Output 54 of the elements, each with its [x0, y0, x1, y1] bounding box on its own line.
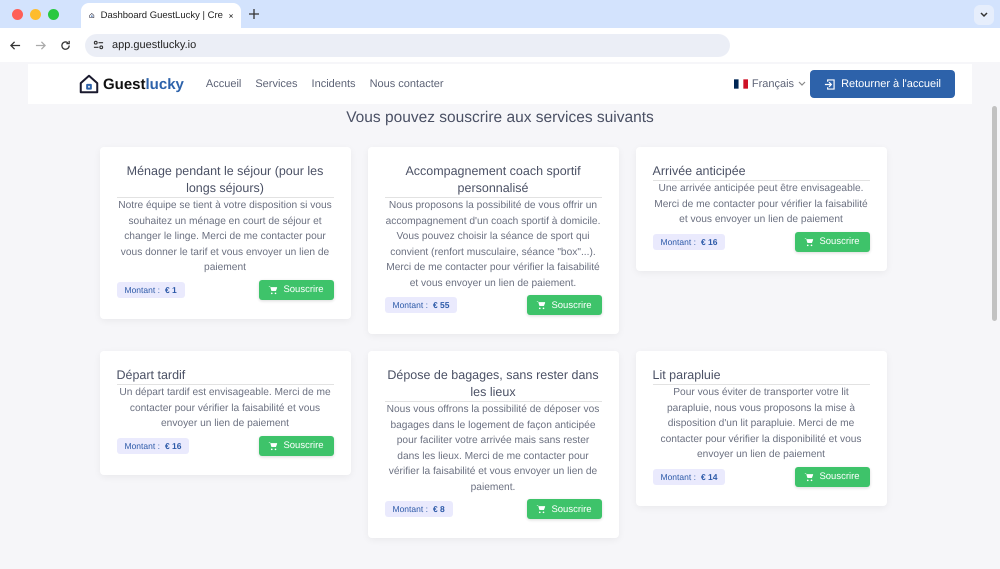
- new-tab-icon[interactable]: [249, 9, 259, 19]
- amount-label: Montant :: [660, 472, 696, 482]
- amount-value: € 55: [432, 300, 450, 310]
- cart-icon: [804, 236, 814, 246]
- service-description: Une arrivée anticipée peut être envisageable. Merci de me contacter pour vérifier la faisabilité et vous envoyer un lien de paiement: [653, 182, 869, 227]
- service-description: Nous vous offrons la possibilité de déposer vos bagages dans le logement de façon anticipée pour faciliter votre arrivée mais sans rester dans les lieux. Merci de me contacter pour vérifier la faisabilité et vous envoyer un lien de paiement.: [386, 403, 600, 494]
- back-icon[interactable]: [10, 40, 21, 50]
- chevron-down-icon: [980, 12, 988, 18]
- amount-value: € 16: [164, 440, 182, 450]
- nav-link[interactable]: Incidents: [312, 78, 356, 90]
- amount-value: € 14: [700, 472, 718, 482]
- service-title: Ménage pendant le séjour (pour les longs séjours): [116, 163, 334, 198]
- cart-icon: [536, 504, 546, 514]
- amount-value: € 16: [700, 236, 718, 246]
- chevron-down-icon: [798, 81, 806, 87]
- reload-icon[interactable]: [60, 40, 71, 50]
- cart-icon: [268, 440, 278, 450]
- login-icon: [824, 78, 836, 90]
- service-title: Lit parapluie: [652, 367, 870, 385]
- close-icon[interactable]: [228, 12, 233, 20]
- service-title: Arrivée anticipée: [652, 163, 870, 181]
- tab-list-button[interactable]: [974, 5, 994, 25]
- page-heading: Vous pouvez souscrire aux services suivants: [345, 109, 655, 127]
- amount-value: € 1: [164, 284, 177, 294]
- service-title: Accompagnement coach sportif personnalisé: [384, 163, 602, 198]
- cart-icon: [268, 284, 278, 294]
- cart-icon: [536, 300, 546, 310]
- nav-link[interactable]: Nous contacter: [370, 78, 444, 90]
- service-description: Un départ tardif est envisageable. Merci de me contacter pour vérifier la faisabilité et vous envoyer un lien de paiement: [118, 386, 332, 431]
- language-select[interactable]: Français: [734, 78, 806, 90]
- service-title: Départ tardif: [116, 367, 334, 385]
- amount-label: Montant :: [660, 236, 696, 246]
- flag-icon: [734, 79, 748, 89]
- amount-value: € 8: [432, 504, 445, 514]
- service-title: Dépose de bagages, sans rester dans les lieux: [384, 367, 602, 402]
- nav-link[interactable]: Accueil: [206, 78, 242, 90]
- favicon-icon: [89, 10, 95, 21]
- browser-tab[interactable]: Dashboard GuestLucky | Cre: [81, 3, 241, 28]
- service-description: Notre équipe se tient à votre disposition si vous souhaitez un ménage en court de séjour et changer le linge. Merci de me contacter pour vous donner le tarif et vous envoyer un lien de paiement: [117, 199, 333, 275]
- service-description: Nous proposons la possibilité de vous offrir un accompagnement d'un coach sportif à domicile. Vous pouvez choisir la séance de sport qui convient (renfort musculaire, séance "box"...). Merci de me contacter pour vérifier la faisabilité et vous envoyer un lien de paiement.: [384, 199, 602, 290]
- amount-label: Montant :: [124, 284, 160, 294]
- nav-link[interactable]: Services: [255, 78, 298, 90]
- home-button[interactable]: Retourner à l'accueil: [810, 70, 955, 98]
- house-icon: [78, 73, 100, 95]
- address-bar[interactable]: app.guestlucky.io: [85, 34, 730, 56]
- amount-label: Montant :: [392, 300, 428, 310]
- scrollbar[interactable]: [992, 106, 997, 321]
- logo[interactable]: Guestlucky: [78, 73, 184, 95]
- amount-label: Montant :: [124, 440, 160, 450]
- url-text: app.guestlucky.io: [112, 39, 196, 51]
- site-settings-icon[interactable]: [93, 40, 104, 50]
- cart-icon: [804, 472, 814, 482]
- amount-label: Montant :: [392, 504, 428, 514]
- service-description: Pour vous éviter de transporter votre lit parapluie, nous vous proposons la mise à disposition d'un lit parapluie. Merci de me contacter pour vérifier la disponibilité et vous envoyer un lien de paiement: [659, 386, 863, 462]
